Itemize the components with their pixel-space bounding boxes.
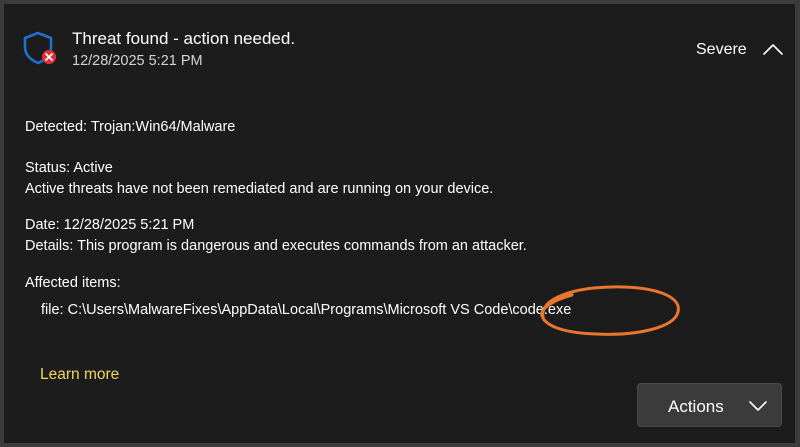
- chevron-up-icon[interactable]: [762, 41, 784, 57]
- notification-timestamp: 12/28/2025 5:21 PM: [72, 53, 203, 69]
- actions-button[interactable]: Actions: [637, 383, 782, 427]
- threat-details: Details: This program is dangerous and e…: [25, 238, 527, 254]
- threat-date: Date: 12/28/2025 5:21 PM: [25, 217, 195, 233]
- chevron-down-icon: [749, 401, 767, 411]
- learn-more-link[interactable]: Learn more: [40, 366, 119, 384]
- affected-items-label: Affected items:: [25, 275, 121, 291]
- actions-button-label: Actions: [668, 397, 724, 416]
- affected-file-path: file: C:\Users\MalwareFixes\AppData\Loca…: [41, 302, 572, 318]
- threat-status: Status: Active: [25, 160, 113, 176]
- threat-notification-card: Threat found - action needed. 12/28/2025…: [0, 0, 800, 447]
- detected-threat: Detected: Trojan:Win64/Malware: [25, 119, 236, 135]
- shield-error-icon: [23, 31, 56, 65]
- threat-status-description: Active threats have not been remediated …: [25, 181, 494, 197]
- severity-label: Severe: [696, 41, 747, 58]
- notification-title: Threat found - action needed.: [72, 29, 296, 48]
